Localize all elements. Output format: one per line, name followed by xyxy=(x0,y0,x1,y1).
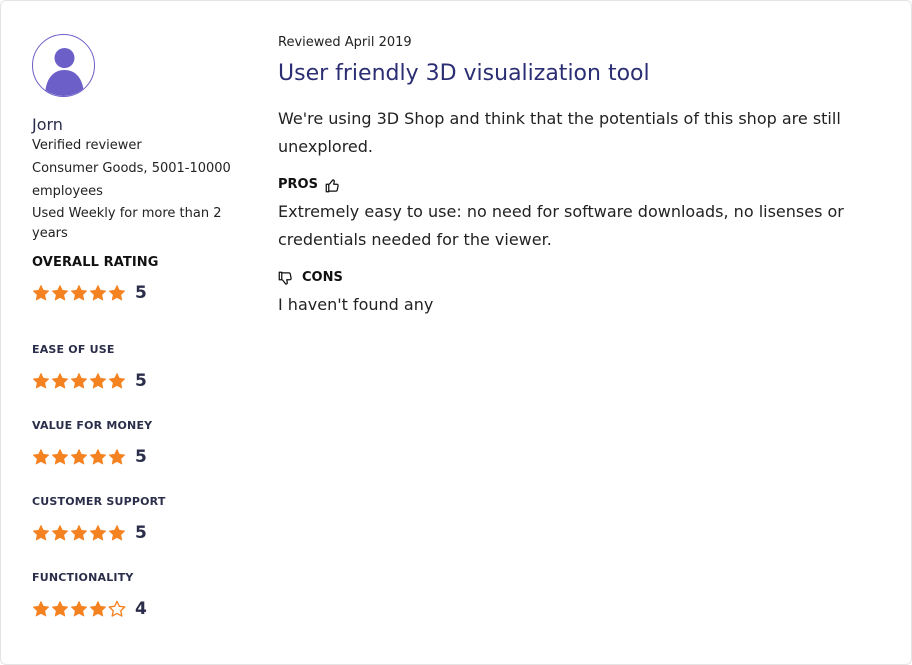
star-filled-icon xyxy=(51,284,69,301)
thumbs-down-icon xyxy=(278,271,292,285)
thumbs-up-icon xyxy=(325,178,339,192)
star-empty-icon xyxy=(108,600,126,617)
rating-stars xyxy=(32,448,126,466)
review-body: We're using 3D Shop and think that the p… xyxy=(278,109,841,156)
rating-row: 5 xyxy=(32,442,152,472)
star-filled-icon xyxy=(108,372,126,389)
star-filled-icon xyxy=(32,448,50,465)
review-title: User friendly 3D visualization tool xyxy=(278,61,650,86)
pros-heading: PROS xyxy=(278,176,878,194)
review-date: Reviewed April 2019 xyxy=(278,35,412,50)
star-filled-icon xyxy=(32,600,50,617)
user-silhouette-icon xyxy=(45,48,84,96)
rating-customer-support: CUSTOMER SUPPORT 5 xyxy=(32,495,166,548)
rating-category-label: VALUE FOR MONEY xyxy=(32,419,153,432)
cons-text: I haven't found any xyxy=(278,295,434,314)
pros-text: Extremely easy to use: no need for softw… xyxy=(278,202,844,249)
rating-score: 5 xyxy=(135,447,147,467)
star-filled-icon xyxy=(70,524,88,541)
star-filled-icon xyxy=(32,372,50,389)
rating-category-label: CUSTOMER SUPPORT xyxy=(32,495,166,508)
star-filled-icon xyxy=(108,284,126,301)
reviewer-usage: Used Weekly for more than 2 years xyxy=(32,206,222,241)
star-filled-icon xyxy=(70,372,88,389)
star-filled-icon xyxy=(32,284,50,301)
star-filled-icon xyxy=(70,284,88,301)
overall-rating: 5 xyxy=(32,278,242,308)
star-filled-icon xyxy=(89,600,107,617)
rating-functionality: FUNCTIONALITY 4 xyxy=(32,571,147,624)
rating-stars xyxy=(32,372,126,390)
rating-score: 5 xyxy=(135,523,147,543)
overall-rating-label: OVERALL RATING xyxy=(32,255,159,270)
rating-category-label: EASE OF USE xyxy=(32,343,115,356)
overall-stars xyxy=(32,284,126,302)
review-card: Jorn Verified reviewer Consumer Goods, 5… xyxy=(0,0,912,665)
rating-row: 5 xyxy=(32,366,147,396)
star-filled-icon xyxy=(89,372,107,389)
star-filled-icon xyxy=(51,600,69,617)
star-filled-icon xyxy=(89,284,107,301)
star-filled-icon xyxy=(70,448,88,465)
verified-reviewer-text: Verified reviewer xyxy=(32,138,142,153)
star-filled-icon xyxy=(70,600,88,617)
pros-label: PROS xyxy=(278,177,318,192)
rating-stars xyxy=(32,524,126,542)
rating-row: 4 xyxy=(32,594,147,624)
rating-score: 5 xyxy=(135,371,147,391)
avatar xyxy=(32,34,95,97)
star-filled-icon xyxy=(51,372,69,389)
cons-heading: CONS xyxy=(278,269,878,287)
rating-row: 5 xyxy=(32,518,166,548)
reviewer-company: Consumer Goods, 5001-10000 employees xyxy=(32,161,231,199)
overall-rating-score: 5 xyxy=(135,283,147,303)
rating-value-for-money: VALUE FOR MONEY 5 xyxy=(32,419,152,472)
star-filled-icon xyxy=(32,524,50,541)
review-content: Reviewed April 2019 User friendly 3D vis… xyxy=(278,34,878,319)
star-filled-icon xyxy=(51,524,69,541)
rating-category-label: FUNCTIONALITY xyxy=(32,571,134,584)
star-filled-icon xyxy=(89,448,107,465)
cons-label: CONS xyxy=(302,270,343,285)
star-filled-icon xyxy=(51,448,69,465)
star-filled-icon xyxy=(108,524,126,541)
rating-ease-of-use: EASE OF USE 5 xyxy=(32,343,147,396)
star-filled-icon xyxy=(108,448,126,465)
rating-score: 4 xyxy=(135,599,147,619)
rating-stars xyxy=(32,600,126,618)
star-filled-icon xyxy=(89,524,107,541)
reviewer-panel: Jorn Verified reviewer Consumer Goods, 5… xyxy=(32,34,242,618)
reviewer-name: Jorn xyxy=(32,115,63,134)
